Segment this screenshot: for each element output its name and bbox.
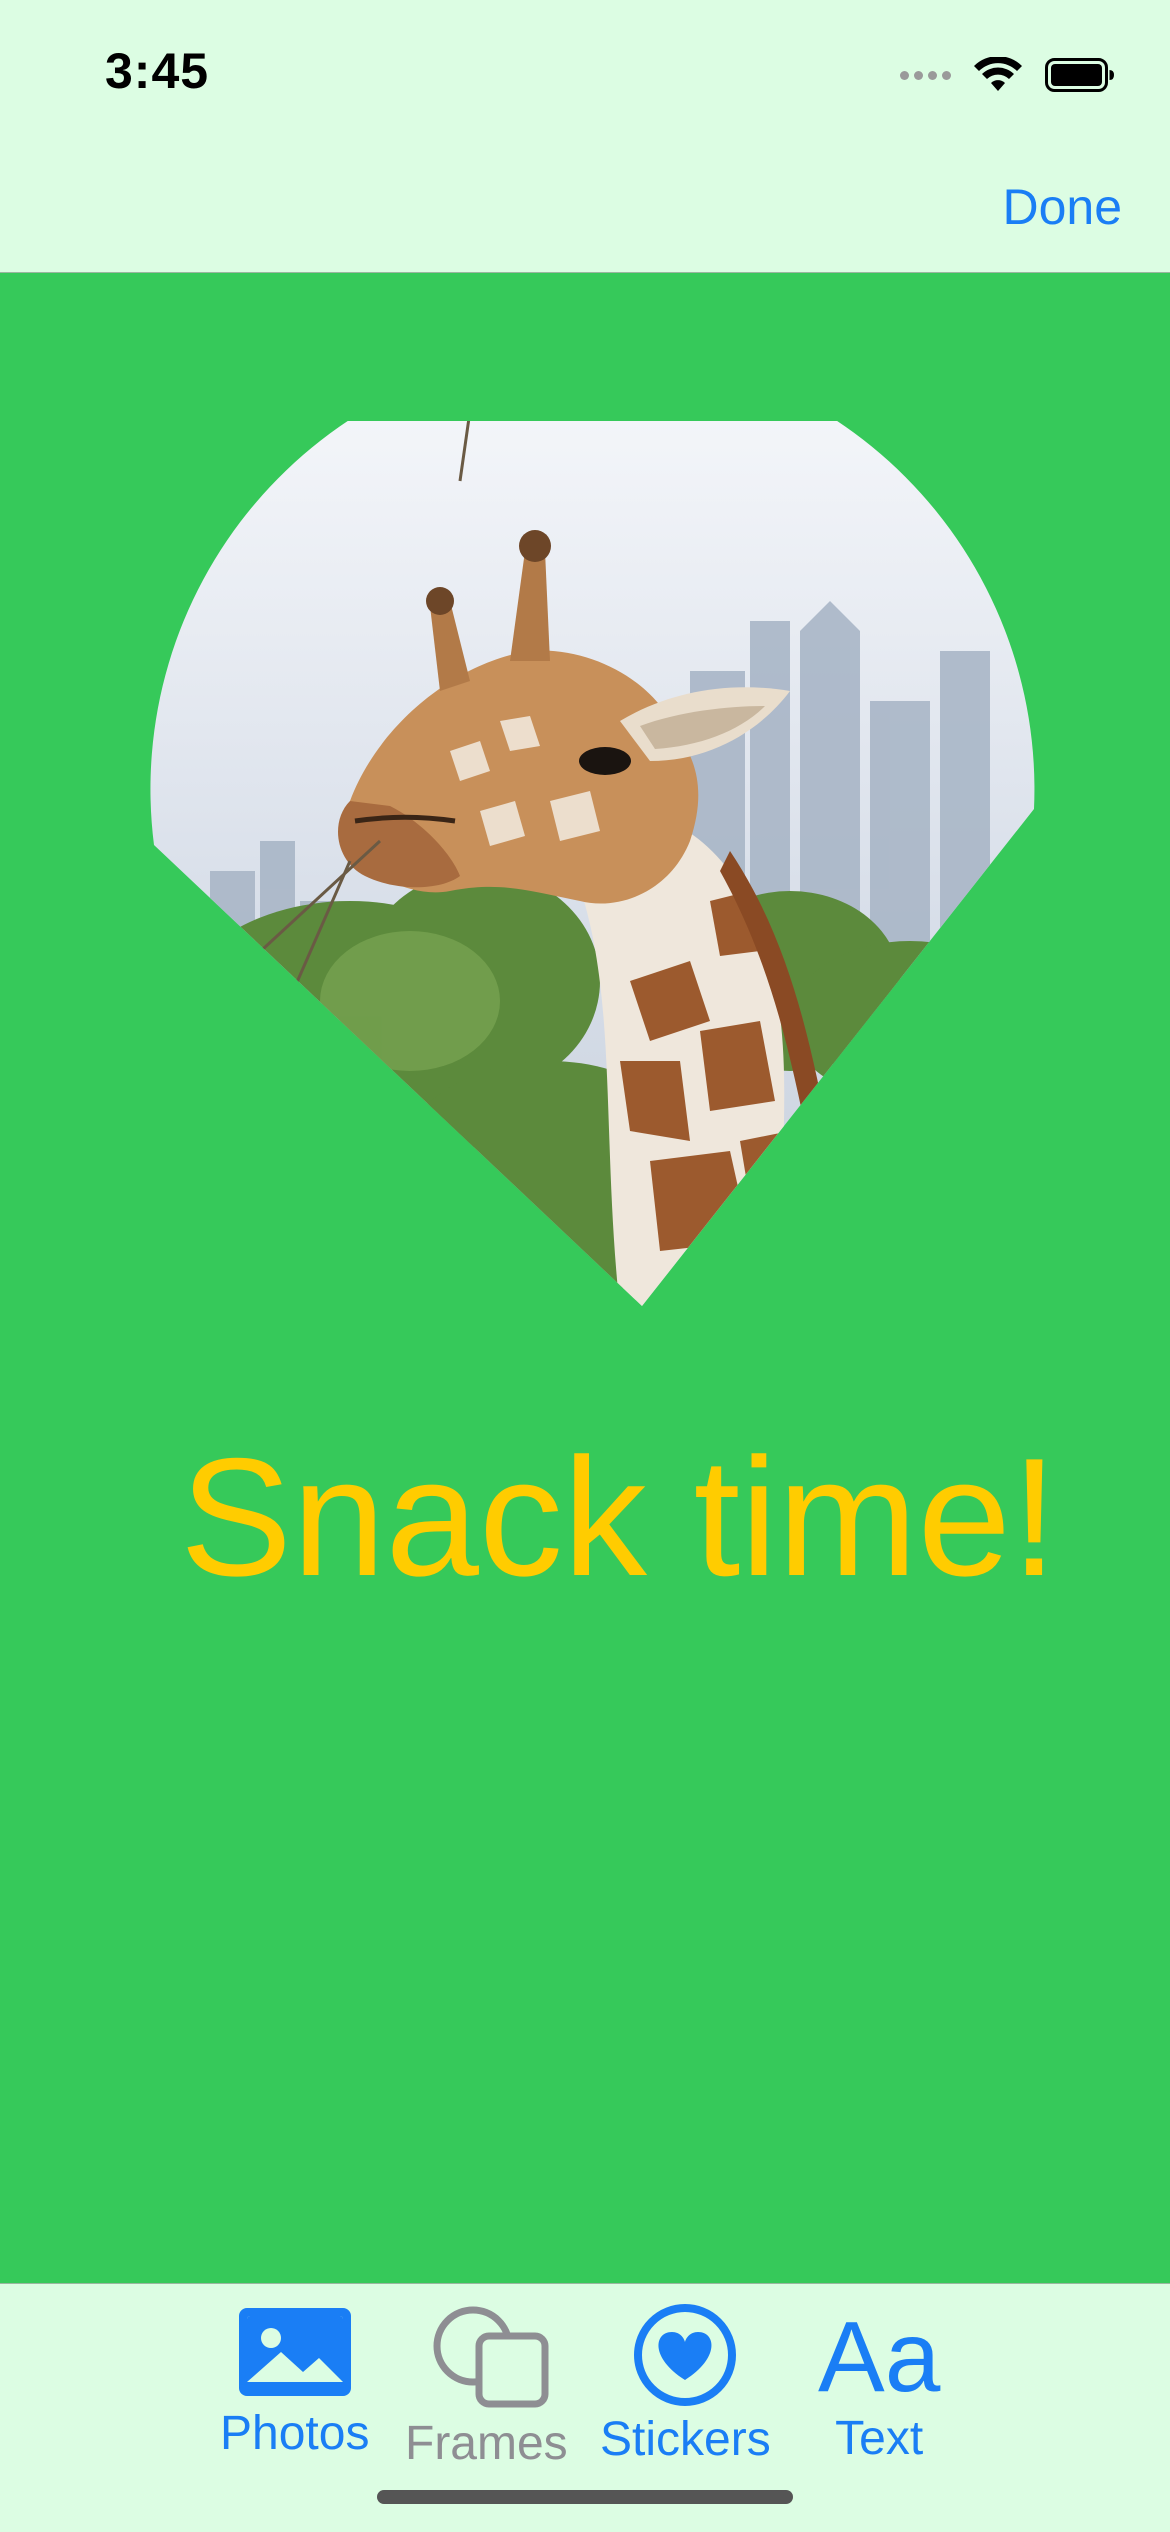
frames-icon xyxy=(433,2306,549,2408)
home-indicator[interactable] xyxy=(377,2490,793,2504)
screen: 3:45 Done Snack time! Photos Frames Stic… xyxy=(0,0,1170,2532)
tab-frames-label: Frames xyxy=(405,2417,568,2470)
editor-canvas[interactable]: Snack time! xyxy=(0,273,1170,2283)
battery-icon xyxy=(1045,58,1114,92)
status-time: 3:45 xyxy=(105,43,210,99)
tab-stickers[interactable]: Stickers xyxy=(600,2302,771,2467)
wifi-icon xyxy=(974,57,1022,91)
tab-photos[interactable]: Photos xyxy=(220,2302,369,2461)
done-button[interactable]: Done xyxy=(1002,178,1122,236)
giraffe-photo[interactable] xyxy=(150,421,1040,1311)
photo-icon xyxy=(238,2308,351,2396)
text-icon: Aa xyxy=(818,2301,941,2413)
navigation-bar: Done xyxy=(0,140,1170,273)
status-indicators xyxy=(900,50,1115,100)
heart-sticker-icon xyxy=(634,2304,737,2406)
tab-frames[interactable]: Frames xyxy=(405,2302,568,2471)
caption-text[interactable]: Snack time! xyxy=(180,1433,1058,1601)
tab-photos-label: Photos xyxy=(220,2407,370,2460)
tab-text[interactable]: Aa Text xyxy=(818,2302,940,2466)
status-bar: 3:45 xyxy=(0,0,1170,140)
cellular-signal-icon xyxy=(900,70,951,80)
tab-text-label: Text xyxy=(835,2412,924,2465)
tab-stickers-label: Stickers xyxy=(600,2413,771,2466)
